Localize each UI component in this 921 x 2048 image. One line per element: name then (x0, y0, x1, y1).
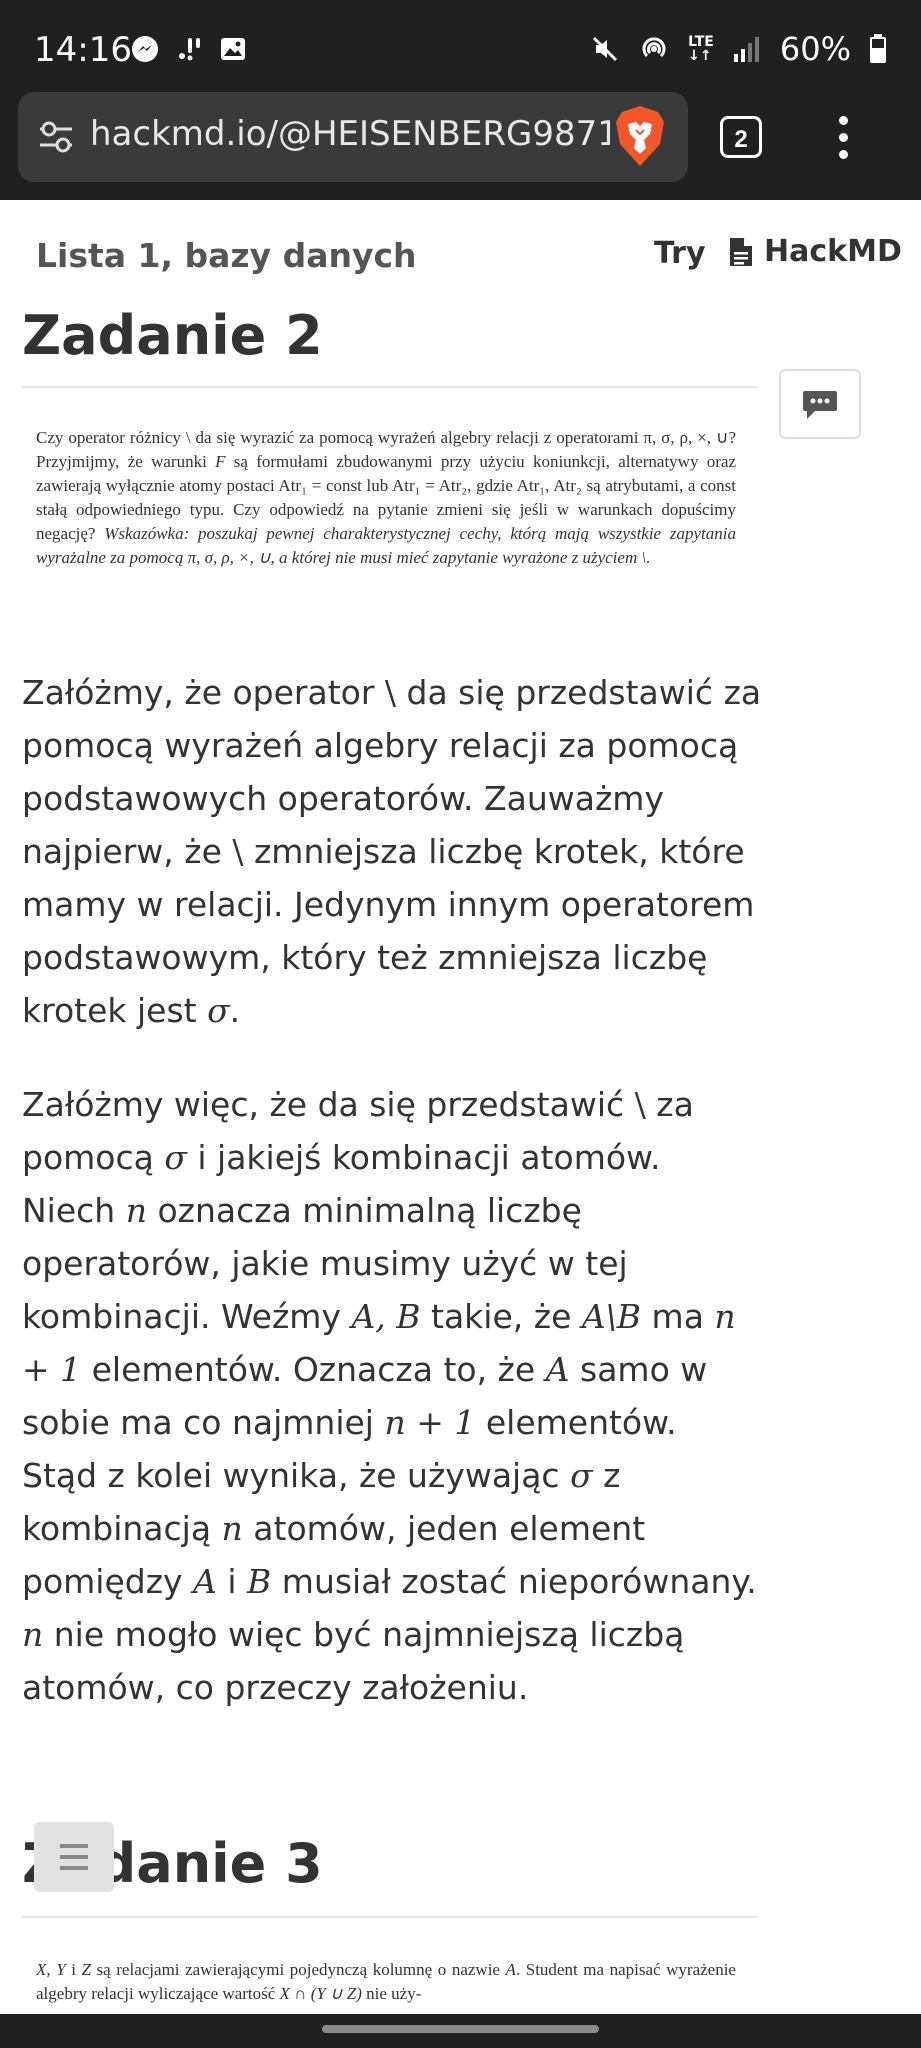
document-title: Lista 1, bazy danych (36, 236, 417, 275)
paragraph-1: Załóżmy, że operator \ da się przedstawi… (22, 673, 762, 1030)
signal-icon (733, 37, 759, 62)
hotspot-icon (642, 37, 666, 58)
paragraph-2: Załóżmy więc, że da się przedstawić \ za… (22, 1085, 757, 1707)
brave-shield-icon[interactable] (614, 104, 666, 168)
comment-button[interactable] (779, 369, 861, 439)
notification-icon (179, 38, 200, 61)
browser-menu-icon[interactable] (836, 116, 850, 167)
battery-percent: 60% (779, 30, 851, 68)
document-icon (730, 237, 752, 266)
list-icon (60, 1844, 88, 1848)
mute-icon (593, 36, 618, 62)
battery-icon (870, 34, 886, 63)
address-bar[interactable]: hackmd.io/@HEISENBERG9871 (18, 92, 688, 182)
hackmd-link[interactable]: HackMD (728, 234, 902, 269)
table-of-contents-button[interactable] (34, 1822, 114, 1892)
status-bar: 14:16 LTE ↓↑ 60% (0, 0, 921, 92)
page-header: Lista 1, bazy danych Try HackMD (0, 200, 921, 310)
site-settings-icon[interactable] (38, 120, 74, 154)
browser-toolbar: hackmd.io/@HEISENBERG9871 2 (0, 92, 921, 200)
section-heading-zadanie-2: Zadanie 2 (22, 304, 323, 367)
status-time: 14:16 (34, 30, 132, 70)
try-link[interactable]: Try (654, 236, 706, 271)
url-text[interactable]: hackmd.io/@HEISENBERG9871 (90, 114, 610, 154)
comment-icon (803, 391, 837, 419)
task-2-scan-image: Czy operator różnicy \ da się wyrazić za… (36, 428, 737, 567)
gallery-icon (221, 38, 245, 60)
task-3-scan-image: X, Y i Z są relacjami zawierającymi poje… (36, 1960, 736, 2003)
heading-divider (22, 1916, 758, 1918)
messenger-icon (132, 36, 158, 62)
home-gesture-handle[interactable] (322, 2025, 599, 2033)
tab-switcher-button[interactable]: 2 (720, 116, 762, 158)
hackmd-label: HackMD (764, 234, 902, 269)
system-navigation-bar (0, 2014, 921, 2048)
heading-divider (22, 386, 758, 388)
lte-icon: LTE ↓↑ (688, 34, 714, 64)
